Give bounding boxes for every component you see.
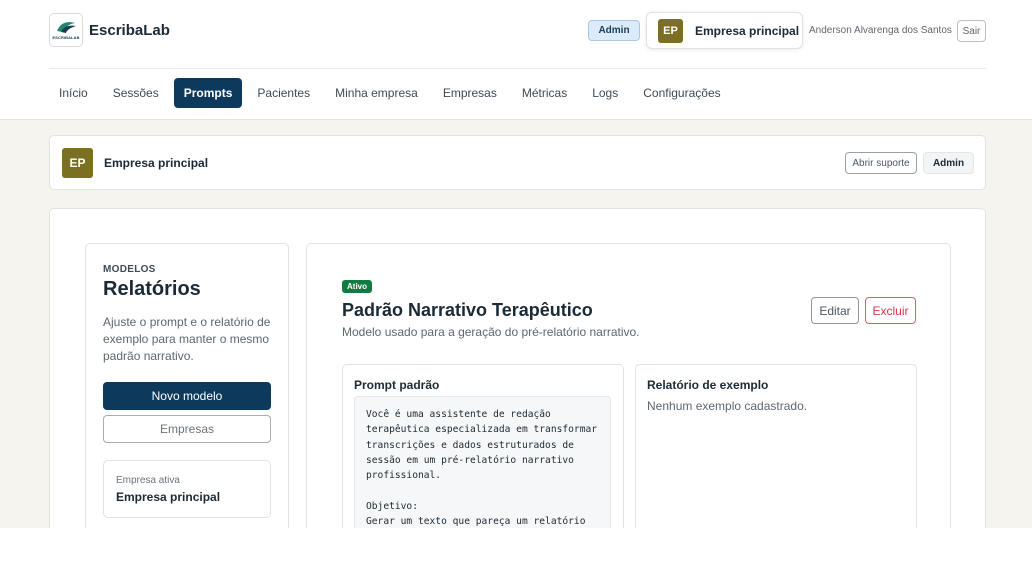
model-title: Padrão Narrativo Terapêutico <box>342 300 593 320</box>
example-heading: Relatório de exemplo <box>647 378 769 392</box>
delete-button[interactable]: Excluir <box>865 297 916 324</box>
example-report-card: Relatório de exemplo Nenhum exemplo cada… <box>635 364 917 528</box>
sidebar-description: Ajuste o prompt e o relatório de exemplo… <box>103 315 271 363</box>
brand-logo[interactable]: ESCRIBALAB <box>49 13 83 47</box>
example-empty-state: Nenhum exemplo cadastrado. <box>647 399 808 413</box>
nav-item-logs[interactable]: Logs <box>582 78 628 108</box>
company-bar-role-badge: Admin <box>923 152 974 174</box>
logo-wordmark: ESCRIBALAB <box>52 35 80 40</box>
bird-logo-icon <box>57 22 76 33</box>
default-prompt-card: Prompt padrão Você é uma assistente de r… <box>342 364 624 528</box>
sidebar-title: Relatórios <box>103 278 201 300</box>
nav-item-inicio[interactable]: Início <box>49 78 98 108</box>
logout-button[interactable]: Sair <box>957 20 986 42</box>
model-subtitle: Modelo usado para a geração do pré-relat… <box>342 325 640 339</box>
company-bar: EP Empresa principal Abrir suporte Admin <box>49 135 986 190</box>
app-header: ESCRIBALAB EscribaLab Admin EP Empresa p… <box>0 0 1032 120</box>
nav-item-sessoes[interactable]: Sessões <box>103 78 169 108</box>
new-model-button[interactable]: Novo modelo <box>103 382 271 410</box>
edit-button[interactable]: Editar <box>811 297 859 324</box>
active-company-card: Empresa ativa Empresa principal <box>103 460 271 518</box>
nav-item-pacientes[interactable]: Pacientes <box>247 78 320 108</box>
active-company-label: Empresa ativa <box>116 475 180 486</box>
active-company-value: Empresa principal <box>116 490 221 504</box>
nav-item-empresas[interactable]: Empresas <box>433 78 507 108</box>
nav-item-prompts[interactable]: Prompts <box>173 78 243 108</box>
prompt-text[interactable]: Você é uma assistente de redação terapêu… <box>354 396 611 528</box>
role-badge: Admin <box>588 20 640 41</box>
company-avatar: EP <box>658 18 683 43</box>
companies-button[interactable]: Empresas <box>103 415 271 443</box>
status-badge: Ativo <box>342 280 372 293</box>
user-name: Anderson Alvarenga dos Santos <box>809 25 952 36</box>
prompt-heading: Prompt padrão <box>354 378 440 392</box>
company-switcher[interactable]: EP Empresa principal <box>646 12 803 49</box>
nav-item-metricas[interactable]: Métricas <box>512 78 577 108</box>
app-viewport: ESCRIBALAB EscribaLab Admin EP Empresa p… <box>0 0 1032 528</box>
sidebar-eyebrow: MODELOS <box>103 264 156 275</box>
company-bar-name: Empresa principal <box>104 156 209 170</box>
nav-item-configuracoes[interactable]: Configurações <box>633 78 730 108</box>
nav-item-minha-empresa[interactable]: Minha empresa <box>325 78 428 108</box>
models-sidebar: MODELOS Relatórios Ajuste o prompt e o r… <box>85 243 289 528</box>
model-detail-panel: Ativo Padrão Narrativo Terapêutico Model… <box>306 243 951 528</box>
header-divider <box>49 68 986 69</box>
main-nav: Início Sessões Prompts Pacientes Minha e… <box>49 78 736 108</box>
open-support-button[interactable]: Abrir suporte <box>845 152 917 174</box>
brand-name[interactable]: EscribaLab <box>89 22 170 39</box>
company-bar-avatar: EP <box>62 148 93 178</box>
company-switcher-name: Empresa principal <box>695 23 800 38</box>
